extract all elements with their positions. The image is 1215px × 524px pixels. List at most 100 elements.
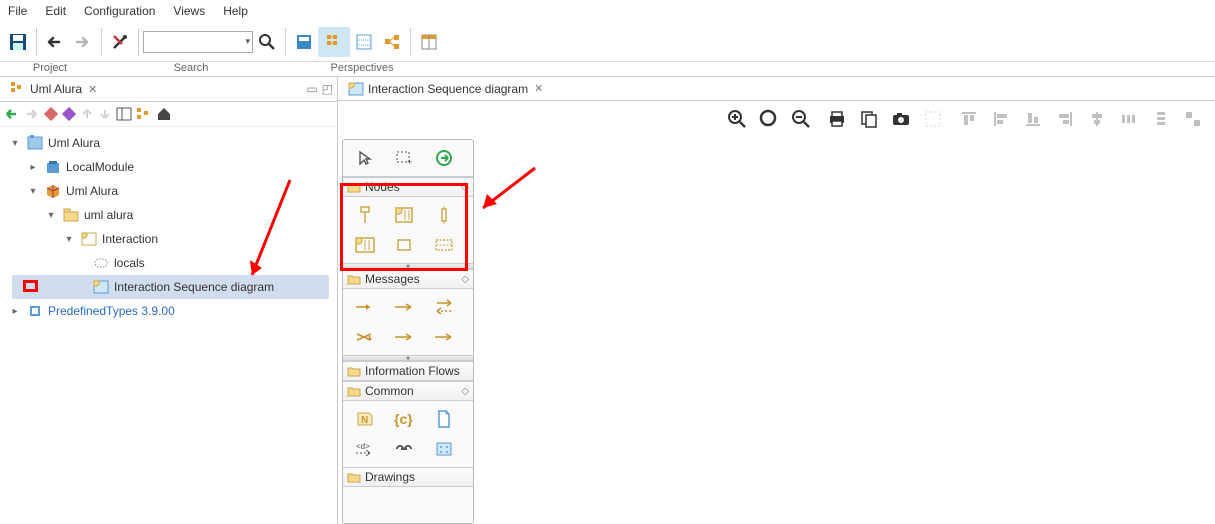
- distribute-v-icon[interactable]: [1148, 106, 1174, 132]
- diamond-pink-icon[interactable]: [44, 107, 58, 121]
- tree-umlalura-pkg[interactable]: uml alura: [84, 208, 133, 222]
- svg-text:N: N: [361, 415, 368, 426]
- pin-icon[interactable]: ◇: [461, 274, 469, 285]
- nav-forward-icon[interactable]: [24, 107, 40, 121]
- palette-nodes-header[interactable]: Nodes ◇: [343, 177, 473, 197]
- state-invariant-tool[interactable]: [390, 233, 418, 257]
- close-icon[interactable]: ✕: [86, 83, 97, 96]
- chevron-right-icon[interactable]: ▸: [26, 162, 40, 173]
- found-message-tool[interactable]: [390, 325, 418, 349]
- zoom-in-icon[interactable]: [724, 106, 750, 132]
- undo-button[interactable]: [42, 29, 68, 55]
- minimize-icon[interactable]: ▭: [306, 82, 317, 96]
- align-left-icon[interactable]: [988, 106, 1014, 132]
- settings-button[interactable]: [107, 29, 133, 55]
- layout-icon[interactable]: [116, 107, 132, 121]
- align-right-icon[interactable]: [1052, 106, 1078, 132]
- perspective-grid-button[interactable]: [351, 29, 377, 55]
- diagram-canvas[interactable]: [474, 137, 1215, 524]
- lifeline-tool[interactable]: [351, 203, 379, 227]
- align-center-h-icon[interactable]: [1084, 106, 1110, 132]
- menu-views[interactable]: Views: [173, 4, 205, 18]
- chevron-down-icon[interactable]: ▾: [26, 186, 40, 197]
- execute-tool[interactable]: [430, 146, 458, 170]
- interaction-use-tool[interactable]: [351, 233, 379, 257]
- palette-messages-header[interactable]: Messages ◇: [343, 269, 473, 289]
- related-tool[interactable]: [430, 437, 458, 461]
- model-tree[interactable]: ▾ Uml Alura ▸ LocalModule ▾ Uml Alura ▾ …: [0, 127, 337, 524]
- redo-button[interactable]: [70, 29, 96, 55]
- layout-auto-icon[interactable]: [1180, 106, 1206, 132]
- execution-spec-tool[interactable]: [430, 203, 458, 227]
- palette-common-header[interactable]: Common ◇: [343, 381, 473, 401]
- palette-infoflows-header[interactable]: Information Flows: [343, 361, 473, 381]
- continuation-tool[interactable]: [430, 233, 458, 257]
- dependency-tool[interactable]: <d>: [351, 437, 379, 461]
- search-input[interactable]: ▾: [143, 31, 253, 53]
- perspective-diagram-button[interactable]: [379, 29, 405, 55]
- perspective-table-button[interactable]: [416, 29, 442, 55]
- menu-configuration[interactable]: Configuration: [84, 4, 155, 18]
- tree-predefined[interactable]: PredefinedTypes 3.9.00: [48, 304, 175, 318]
- align-bottom-icon[interactable]: [1020, 106, 1046, 132]
- chevron-down-icon[interactable]: ▾: [44, 210, 58, 221]
- create-message-tool[interactable]: [430, 325, 458, 349]
- palette-nodes-grid: [343, 197, 473, 263]
- chevron-down-icon[interactable]: ▾: [8, 138, 22, 149]
- tree-localmodule[interactable]: LocalModule: [66, 160, 134, 174]
- async-message-tool[interactable]: [390, 295, 418, 319]
- select-icon[interactable]: [920, 106, 946, 132]
- copy-icon[interactable]: [856, 106, 882, 132]
- marquee-tool[interactable]: +: [390, 146, 418, 170]
- diamond-purple-icon[interactable]: [62, 107, 76, 121]
- camera-icon[interactable]: [888, 106, 914, 132]
- tree-root[interactable]: Uml Alura: [48, 136, 100, 150]
- restore-icon[interactable]: ◰: [322, 82, 333, 96]
- document-tool[interactable]: [430, 407, 458, 431]
- select-tool[interactable]: [351, 146, 379, 170]
- zoom-fit-icon[interactable]: [756, 106, 782, 132]
- svg-text:<d>: <d>: [356, 442, 370, 451]
- print-icon[interactable]: [824, 106, 850, 132]
- save-button[interactable]: [5, 29, 31, 55]
- up-icon[interactable]: [80, 107, 94, 121]
- perspective-model-button[interactable]: [291, 29, 317, 55]
- tree-locals[interactable]: locals: [114, 256, 145, 270]
- search-button[interactable]: [254, 29, 280, 55]
- editor-tab[interactable]: Interaction Sequence diagram ✕: [342, 80, 549, 98]
- return-message-tool[interactable]: [430, 295, 458, 319]
- palette-common-grid: N {c} <d>: [343, 401, 473, 467]
- perspective-tree-button[interactable]: [321, 29, 347, 55]
- pin-icon[interactable]: ◇: [461, 182, 469, 193]
- down-icon[interactable]: [98, 107, 112, 121]
- menu-file[interactable]: File: [8, 4, 27, 18]
- zoom-out-icon[interactable]: [788, 106, 814, 132]
- close-icon[interactable]: ✕: [532, 82, 543, 95]
- svg-text:{c}: {c}: [394, 411, 413, 427]
- tree-interaction[interactable]: Interaction: [102, 232, 158, 246]
- nav-back-icon[interactable]: [4, 107, 20, 121]
- combined-fragment-tool[interactable]: [390, 203, 418, 227]
- constraint-tool[interactable]: {c}: [390, 407, 418, 431]
- chevron-down-icon[interactable]: ▾: [62, 234, 76, 245]
- distribute-h-icon[interactable]: [1116, 106, 1142, 132]
- tree-umlalura2[interactable]: Uml Alura: [66, 184, 118, 198]
- link-tool[interactable]: [390, 437, 418, 461]
- diagram-icon: [92, 278, 110, 296]
- home-icon[interactable]: [156, 106, 172, 122]
- tab-uml-alura[interactable]: Uml Alura ✕: [4, 79, 103, 99]
- predefined-icon: [26, 302, 44, 320]
- menubar: File Edit Configuration Views Help: [0, 0, 1215, 22]
- pin-icon[interactable]: ◇: [461, 386, 469, 397]
- chevron-right-icon[interactable]: ▸: [8, 306, 22, 317]
- lost-message-tool[interactable]: [351, 325, 379, 349]
- tree-icon[interactable]: [136, 107, 152, 121]
- tree-diagram[interactable]: Interaction Sequence diagram: [114, 280, 274, 294]
- sync-message-tool[interactable]: [351, 295, 379, 319]
- editor-toolbar: [338, 101, 1215, 137]
- menu-help[interactable]: Help: [223, 4, 248, 18]
- palette-drawings-header[interactable]: Drawings: [343, 467, 473, 487]
- menu-edit[interactable]: Edit: [45, 4, 66, 18]
- note-tool[interactable]: N: [351, 407, 379, 431]
- align-top-icon[interactable]: [956, 106, 982, 132]
